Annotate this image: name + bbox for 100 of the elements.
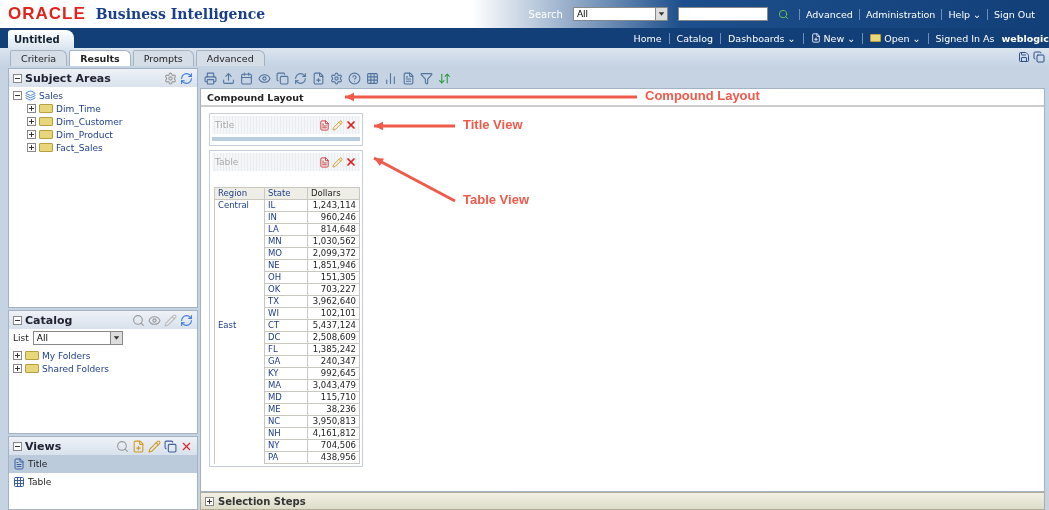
table-cell: ME <box>264 403 308 416</box>
toolbar-icon[interactable] <box>258 71 271 85</box>
dropdown-caret-icon[interactable] <box>109 332 122 344</box>
search-label: Search <box>528 8 563 20</box>
properties-icon[interactable] <box>319 119 330 131</box>
tree-item[interactable]: Dim_Time <box>56 103 101 114</box>
table-cell: 1,385,242 <box>307 343 360 356</box>
toolbar-icon[interactable] <box>366 71 379 85</box>
gear-icon[interactable] <box>164 71 177 85</box>
copy-icon[interactable] <box>164 439 177 453</box>
close-icon[interactable] <box>345 119 357 131</box>
table-cell: CT <box>264 319 308 332</box>
pencil-icon[interactable] <box>332 156 343 168</box>
header-link[interactable]: Administration <box>858 8 942 20</box>
toolbar-icon[interactable] <box>204 71 217 85</box>
search-scope-select[interactable]: All <box>572 7 668 21</box>
view-item[interactable]: Title <box>9 455 197 473</box>
tree-item[interactable]: Dim_Customer <box>56 116 123 127</box>
dropdown-caret-icon[interactable] <box>654 8 667 20</box>
toolbar-icon[interactable] <box>240 71 253 85</box>
nav-link[interactable]: Home <box>626 32 669 44</box>
expand-toggle-icon[interactable] <box>13 351 22 360</box>
expand-toggle-icon[interactable] <box>27 130 36 139</box>
table-cell: 5,437,124 <box>307 319 360 332</box>
folder-icon <box>39 117 53 126</box>
expand-toggle-icon[interactable] <box>13 91 22 100</box>
toolbar-icon[interactable] <box>348 71 361 85</box>
editor-tab[interactable]: Prompts <box>132 50 194 66</box>
view-label: Title <box>215 120 235 130</box>
expand-toggle-icon[interactable] <box>205 496 214 506</box>
view-item[interactable]: Table <box>9 473 197 491</box>
nav-link[interactable]: Dashboards ⌄ <box>720 32 803 44</box>
collapse-toggle-icon[interactable] <box>13 315 22 325</box>
header-link[interactable]: Help ⌄ <box>941 8 988 20</box>
tree-item[interactable]: Fact_Sales <box>56 142 103 153</box>
header-link[interactable]: Sign Out <box>987 8 1041 20</box>
tree-item[interactable]: My Folders <box>42 350 91 361</box>
toolbar-icon[interactable] <box>222 71 235 85</box>
table-view-icon <box>13 476 25 488</box>
tree-item[interactable]: Dim_Product <box>56 129 113 140</box>
table-cell: LA <box>264 223 308 236</box>
tree-item[interactable]: Shared Folders <box>42 363 110 374</box>
collapse-toggle-icon[interactable] <box>13 441 22 451</box>
toolbar-icon[interactable] <box>402 71 415 85</box>
header-link[interactable]: Advanced <box>798 8 859 20</box>
toolbar-icon[interactable] <box>276 71 289 85</box>
properties-icon[interactable] <box>319 156 330 168</box>
toolbar-icon[interactable] <box>312 71 325 85</box>
editor-tab[interactable]: Criteria <box>10 50 68 66</box>
table-cell: 240,347 <box>307 355 360 368</box>
table-cell: DC <box>264 331 308 344</box>
folder-icon <box>25 351 39 360</box>
table-cell: MD <box>264 391 308 404</box>
editor-tab[interactable]: Advanced <box>195 50 265 66</box>
nav-link[interactable]: Signed In As <box>927 32 1002 44</box>
refresh-icon[interactable] <box>180 71 193 85</box>
save-icon[interactable] <box>1018 51 1030 63</box>
refresh-icon[interactable] <box>180 313 193 327</box>
user-name: weblogic <box>1001 32 1049 44</box>
table-cell: 3,962,640 <box>307 295 360 308</box>
nav-link[interactable]: Open ⌄ <box>862 32 928 44</box>
panel-title: Views <box>25 439 62 453</box>
search-icon[interactable] <box>116 439 129 453</box>
editor-tab[interactable]: Results <box>69 50 131 66</box>
annotation-label: Title View <box>463 117 523 132</box>
table-cell: NE <box>264 259 308 272</box>
new-view-icon[interactable] <box>132 439 145 453</box>
search-icon[interactable] <box>777 8 789 20</box>
pencil-icon[interactable] <box>332 119 343 131</box>
toolbar-icon[interactable] <box>438 71 451 85</box>
table-cell: OH <box>264 271 308 284</box>
table-cell: 2,508,609 <box>307 331 360 344</box>
search-icon[interactable] <box>132 313 145 327</box>
folder-icon <box>870 34 882 42</box>
panel-title: Catalog <box>25 313 73 327</box>
table-cell: 703,227 <box>307 283 360 296</box>
expand-toggle-icon[interactable] <box>13 364 22 373</box>
document-tab[interactable]: Untitled <box>8 30 74 48</box>
expand-toggle-icon[interactable] <box>27 104 36 113</box>
table-cell: Central <box>214 199 265 320</box>
table-cell: 3,043,479 <box>307 379 360 392</box>
collapse-toggle-icon[interactable] <box>13 73 22 83</box>
table-cell: 102,101 <box>307 307 360 320</box>
expand-toggle-icon[interactable] <box>27 117 36 126</box>
nav-link[interactable]: New ⌄ <box>802 32 863 44</box>
toolbar-icon[interactable] <box>330 71 343 85</box>
list-select[interactable]: All <box>32 331 123 345</box>
close-icon[interactable] <box>345 156 357 168</box>
table-cell: KY <box>264 367 308 380</box>
folder-icon <box>25 364 39 373</box>
toolbar-icon[interactable] <box>294 71 307 85</box>
table-cell: MN <box>264 235 308 248</box>
tree-item[interactable]: Sales <box>39 90 63 101</box>
toolbar-icon[interactable] <box>420 71 433 85</box>
table-cell: WI <box>264 307 308 320</box>
nav-link[interactable]: Catalog <box>668 32 721 44</box>
expand-toggle-icon[interactable] <box>27 143 36 152</box>
toolbar-icon[interactable] <box>384 71 397 85</box>
section-title: Selection Steps <box>218 495 306 507</box>
search-field[interactable] <box>677 7 768 21</box>
